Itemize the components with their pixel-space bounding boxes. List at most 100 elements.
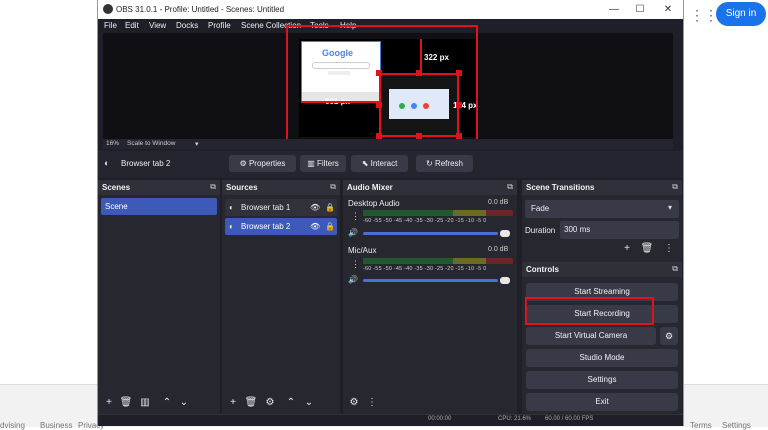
audio-mixer-header: Audio Mixer ⧉ (343, 180, 517, 195)
close-button[interactable]: ✕ (656, 2, 680, 17)
gear-icon[interactable]: ⚙ (263, 396, 277, 410)
duration-spinbox[interactable]: 300 ms ▴▾ (560, 221, 679, 239)
transition-value: Fade (531, 204, 550, 213)
scenes-dock: Scenes ⧉ Scene + 🗑 ▥ ⌃ ⌄ (98, 180, 220, 414)
transition-select[interactable]: Fade ▾ (525, 200, 679, 218)
add-icon[interactable]: + (620, 242, 634, 256)
volume-slider-knob[interactable] (500, 230, 510, 237)
filters-label: Filters (317, 159, 339, 168)
refresh-button[interactable]: ↻ Refresh (416, 155, 473, 172)
filter-icon: ▥ (307, 159, 317, 168)
channel-name: Desktop Audio (348, 199, 400, 208)
transitions-header: Scene Transitions ⧉ (522, 180, 682, 195)
window-title: OBS 31.0.1 - Profile: Untitled - Scenes:… (116, 5, 285, 14)
down-arrow-icon[interactable]: ⌄ (177, 396, 191, 410)
obs-window: OBS 31.0.1 - Profile: Untitled - Scenes:… (97, 0, 684, 426)
lock-icon[interactable]: 🔒 (325, 218, 335, 235)
controls-dock: Controls ⧉ Start Streaming Start Recordi… (522, 262, 682, 414)
exit-button[interactable]: Exit (526, 393, 678, 411)
kebab-menu-icon[interactable]: ⋮ (351, 259, 360, 270)
volume-slider[interactable] (363, 232, 498, 235)
interact-button[interactable]: ⬉ Interact (351, 155, 408, 172)
scenes-header: Scenes ⧉ (98, 180, 220, 195)
trash-icon[interactable]: 🗑 (640, 242, 654, 256)
audio-mixer-title: Audio Mixer (347, 183, 393, 192)
controls-header: Controls ⧉ (522, 262, 682, 277)
properties-button[interactable]: ⚙ Properties (229, 155, 296, 172)
interact-label: Interact (370, 159, 398, 168)
controls-title: Controls (526, 265, 559, 274)
browser-source-icon: ◐ (229, 203, 234, 212)
menu-file[interactable]: File (104, 21, 117, 30)
cpu-usage: CPU: 21.6% (498, 416, 532, 422)
lock-icon[interactable]: 🔒 (325, 199, 335, 216)
sign-in-button[interactable]: Sign in (716, 2, 766, 26)
menu-docks[interactable]: Docks (176, 21, 198, 30)
trash-icon[interactable]: 🗑 (119, 396, 133, 410)
filter-icon[interactable]: ▥ (138, 396, 152, 410)
trash-icon[interactable]: 🗑 (244, 396, 258, 410)
fps-readout: 60.00 / 60.00 FPS (545, 416, 594, 422)
apps-grid-icon[interactable]: ⋮⋮ (690, 6, 718, 24)
refresh-icon: ↻ (426, 159, 435, 168)
eye-icon[interactable]: 👁 (310, 199, 320, 216)
properties-label: Properties (248, 159, 286, 168)
audio-mixer-dock: Audio Mixer ⧉ Desktop Audio 0.0 dB ⋮ -60… (343, 180, 517, 414)
kebab-menu-icon[interactable]: ⋮ (662, 242, 676, 256)
up-arrow-icon[interactable]: ⌃ (160, 396, 174, 410)
up-arrow-icon[interactable]: ⌃ (284, 396, 298, 410)
settings-button[interactable]: Settings (526, 371, 678, 389)
studio-mode-button[interactable]: Studio Mode (526, 349, 678, 367)
scale-mode-label[interactable]: Scale to Window (127, 140, 175, 147)
channel-name: Mic/Aux (348, 246, 377, 255)
volume-slider[interactable] (363, 279, 498, 282)
browser-source-icon: ◐ (229, 222, 234, 231)
filters-button[interactable]: ▥ Filters (300, 155, 346, 172)
menu-view[interactable]: View (149, 21, 166, 30)
cursor-icon: ⬉ (361, 159, 371, 168)
channel-level: 0.0 dB (488, 199, 509, 206)
gear-icon[interactable]: ⚙ (347, 396, 361, 410)
down-arrow-icon[interactable]: ⌄ (302, 396, 316, 410)
channel-level: 0.0 dB (488, 246, 509, 253)
undock-icon[interactable]: ⧉ (672, 264, 678, 274)
add-icon[interactable]: + (102, 396, 116, 410)
undock-icon[interactable]: ⧉ (330, 182, 336, 192)
kebab-menu-icon[interactable]: ⋮ (351, 211, 360, 222)
volume-slider-knob[interactable] (500, 277, 510, 284)
scene-item[interactable]: Scene (101, 198, 217, 215)
menu-edit[interactable]: Edit (125, 21, 139, 30)
preview-canvas[interactable]: Google 601 px 322 px 114 px (103, 25, 673, 143)
undock-icon[interactable]: ⧉ (672, 182, 678, 192)
scale-dropdown-icon[interactable]: ▾ (195, 140, 199, 148)
add-icon[interactable]: + (226, 396, 240, 410)
refresh-label: Refresh (434, 159, 463, 168)
virtual-camera-settings-button[interactable]: ⚙ (660, 327, 678, 345)
volume-meter (363, 258, 513, 264)
source-toolbar: ◐ Browser tab 2 ⚙ Properties ▥ Filters ⬉… (98, 151, 683, 178)
gear-icon: ⚙ (239, 159, 249, 168)
kebab-menu-icon[interactable]: ⋮ (365, 396, 379, 410)
scene-transitions-dock: Scene Transitions ⧉ Fade ▾ Duration 300 … (522, 180, 682, 264)
eye-icon[interactable]: 👁 (310, 218, 320, 235)
maximize-button[interactable]: ☐ (628, 2, 652, 17)
audio-mixer-footer: ⚙ ⋮ (343, 392, 517, 414)
speaker-icon[interactable]: 🔊 (348, 228, 358, 237)
zoom-label: 16% (106, 140, 120, 147)
undock-icon[interactable]: ⧉ (507, 182, 513, 192)
source-label: Browser tab 1 (241, 203, 291, 212)
title-bar[interactable]: OBS 31.0.1 - Profile: Untitled - Scenes:… (98, 0, 683, 19)
undock-icon[interactable]: ⧉ (210, 182, 216, 192)
minimize-button[interactable]: — (602, 2, 626, 17)
source-item-selected[interactable]: ◐ Browser tab 2 👁 🔒 (225, 218, 337, 235)
speaker-icon[interactable]: 🔊 (348, 275, 358, 284)
menu-profile[interactable]: Profile (208, 21, 231, 30)
annotation-highlight (286, 25, 478, 143)
meter-ticks: -60 -55 -50 -45 -40 -35 -30 -25 -20 -15 … (363, 218, 487, 224)
annotation-highlight (525, 297, 654, 325)
current-source-label: Browser tab 2 (121, 159, 171, 168)
source-item[interactable]: ◐ Browser tab 1 👁 🔒 (225, 199, 337, 216)
duration-value: 300 ms (564, 225, 591, 234)
start-virtual-camera-button[interactable]: Start Virtual Camera (526, 327, 656, 345)
chevron-down-icon: ▾ (668, 203, 673, 212)
